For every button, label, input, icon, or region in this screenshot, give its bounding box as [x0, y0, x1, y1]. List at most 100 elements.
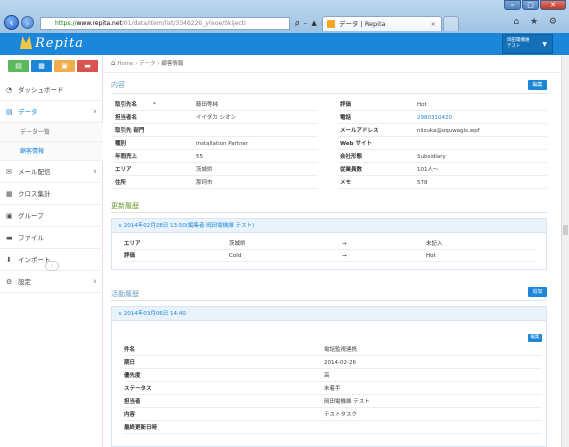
sidebar-item-label: データ: [18, 108, 38, 116]
field-row: 電話 2980310420: [338, 113, 547, 124]
required-marker: *: [153, 102, 156, 108]
home-icon[interactable]: ⌂: [111, 59, 115, 67]
field-row: 会社形態 Subsidiary: [338, 152, 547, 163]
import-icon: ⬇: [6, 256, 12, 264]
field-label: Web サイト: [340, 141, 372, 147]
data-icon: ▤: [6, 108, 13, 116]
mail-icon: ✉: [6, 168, 12, 176]
breadcrumb-home[interactable]: Home: [117, 61, 133, 67]
field-row: Web サイト: [338, 139, 547, 150]
settings-icon: ⚙: [6, 278, 13, 286]
sidebar-subitem-label: 顧客情報: [20, 148, 45, 155]
field-label: 評価: [340, 102, 352, 108]
breadcrumb: ⌂ Home › データ › 顧客情報: [111, 58, 183, 69]
field-row: エリア 茨城県: [113, 165, 318, 176]
field-label: 年間売上: [115, 154, 138, 160]
sidebar-item-dashboard[interactable]: ◔ ダッシュボード: [0, 79, 103, 101]
new-tab-button[interactable]: [443, 16, 459, 31]
calendar-shortcut-icon[interactable]: ▦: [31, 60, 52, 72]
sidebar-subitem-data-list[interactable]: データ一覧: [0, 123, 103, 142]
title-bar: – □ ✕: [0, 0, 569, 12]
add-activity-button[interactable]: 追加: [528, 287, 547, 297]
page-scrollbar[interactable]: [561, 55, 569, 447]
sidebar-item-label: グループ: [18, 212, 44, 220]
address-bar[interactable]: https://www.repita.net/01/data/item/list…: [40, 17, 290, 30]
field-value: イイダカ シオン: [196, 115, 237, 121]
activity-entry-header[interactable]: ∨ 2014年03月06日 14:40: [112, 307, 546, 321]
user-shortcut-icon[interactable]: ▣: [54, 60, 75, 72]
field-value: Subsidiary: [417, 154, 446, 160]
sidebar-item-group[interactable]: ▣ グループ: [0, 205, 103, 227]
section-title-content: 内容: [111, 81, 125, 89]
phone-link[interactable]: 2980310420: [417, 113, 452, 124]
history-row: エリア 茨城県 → 未記入: [124, 239, 536, 250]
breadcrumb-data[interactable]: データ: [139, 61, 156, 67]
tab-close-icon[interactable]: ×: [431, 17, 436, 31]
activity-row: 最終更新日時: [124, 423, 542, 434]
field-label: 従業員数: [340, 167, 363, 173]
history-to: Hot: [426, 253, 436, 259]
sidebar-item-data[interactable]: ▤ データ ∨: [0, 101, 103, 123]
history-from: 茨城県: [229, 241, 246, 247]
field-label: 住所: [115, 180, 127, 186]
field-label: 担当者名: [115, 115, 138, 121]
field-label: 取引先 部門: [115, 128, 145, 134]
activity-label: 優先度: [124, 373, 141, 379]
maximize-button[interactable]: □: [522, 0, 539, 10]
favicon-icon: [327, 20, 335, 28]
field-value: 578: [417, 180, 428, 186]
history-arrow: →: [342, 253, 347, 259]
url-domain: www.repita.net: [76, 20, 122, 27]
activity-label: 担当者: [124, 399, 141, 405]
sidebar-collapse-button[interactable]: ‹: [45, 261, 59, 271]
history-from: Cold: [229, 253, 242, 259]
edit-button[interactable]: 編集: [528, 80, 547, 90]
sidebar: ▤ ▦ ▣ ▬ ◔ ダッシュボード ▤ データ ∨ データ一覧 顧客情報 ✉ メール配信…: [0, 55, 103, 447]
breadcrumb-separator: ›: [135, 61, 138, 67]
activity-row: 期日 2014-02-26: [124, 358, 542, 369]
caret-down-icon: ▼: [542, 41, 547, 48]
logo-text: Repita: [35, 36, 84, 51]
field-row: 種別 Installation Partner: [113, 139, 318, 150]
back-icon[interactable]: ‹: [4, 15, 19, 30]
field-value: niizuka@oquwagis.wpf: [417, 128, 480, 134]
tab-title: データ | Repita: [339, 20, 386, 28]
url-path: /01/data/item/list/3346226_y(eoe/Skiject…: [121, 20, 246, 27]
sidebar-item-file[interactable]: ▬ ファイル: [0, 227, 103, 249]
sidebar-subitem-customer-info[interactable]: 顧客情報: [0, 142, 103, 161]
browser-tab[interactable]: データ | Repita ×: [322, 16, 442, 31]
history-to: 未記入: [426, 241, 443, 247]
field-row: 評価 Hot: [338, 100, 547, 111]
close-window-button[interactable]: ✕: [540, 0, 566, 10]
field-value: Hot: [417, 102, 427, 108]
user-menu[interactable]: 岡田電機維 テスト ▼: [502, 34, 553, 54]
history-entry-header[interactable]: ∨ 2014年02月28日 13:50(編集者 岡田電機維 テスト): [112, 219, 546, 233]
sidebar-item-settings[interactable]: ⚙ 設定 ∨: [0, 271, 103, 293]
breadcrumb-separator: ›: [157, 61, 160, 67]
breadcrumb-current: 顧客情報: [161, 61, 184, 67]
sidebar-item-mail[interactable]: ✉ メール配信 ∨: [0, 161, 103, 183]
section-title-activity: 活動履歴: [111, 290, 139, 298]
chevron-down-icon: ∨: [92, 278, 97, 285]
history-field: エリア: [124, 241, 141, 247]
sidebar-shortcuts: ▤ ▦ ▣ ▬: [8, 60, 98, 72]
browser-toolbar-icons[interactable]: ⌂ ★ ⚙: [513, 17, 561, 27]
scrollbar-thumb[interactable]: [563, 225, 568, 235]
field-row: メモ 578: [338, 178, 547, 189]
divider: [103, 72, 561, 73]
sidebar-item-label: 設定: [18, 278, 31, 286]
activity-value: 岡田電機維 テスト: [324, 399, 370, 405]
activity-row: 件名 電話監視連携: [124, 345, 542, 356]
forward-icon[interactable]: ›: [21, 16, 34, 29]
folder-shortcut-icon[interactable]: ▬: [77, 60, 98, 72]
divider: [111, 93, 547, 94]
app-logo[interactable]: Repita: [20, 36, 84, 51]
edit-activity-button[interactable]: 編集: [528, 334, 542, 342]
field-label: メールアドレス: [340, 128, 379, 134]
chart-shortcut-icon[interactable]: ▤: [8, 60, 29, 72]
minimize-button[interactable]: –: [504, 0, 521, 10]
activity-label: ステータス: [124, 386, 152, 392]
sidebar-item-label: メール配信: [18, 168, 51, 176]
sidebar-item-cross-tab[interactable]: ▦ クロス集計: [0, 183, 103, 205]
chevron-down-icon: ∨: [92, 108, 97, 115]
